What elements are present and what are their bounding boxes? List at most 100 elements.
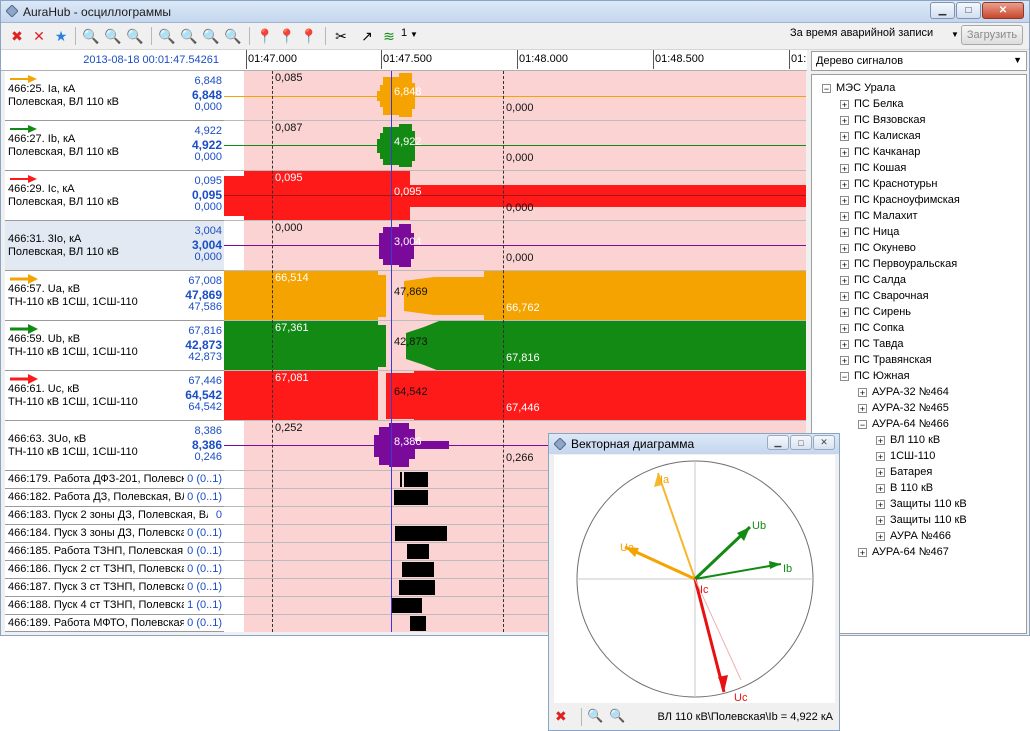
ua-left-value: 66,514: [275, 272, 309, 284]
expand-icon: +: [876, 467, 885, 478]
tree-item[interactable]: +1СШ-110: [876, 450, 935, 462]
tree-item[interactable]: + АУРА-64 №467: [858, 546, 949, 558]
tree-item[interactable]: + ПС Первоуральская: [840, 258, 957, 270]
discrete-value: 0 (0..1): [187, 491, 222, 503]
tree-item[interactable]: + ПС Салда: [840, 274, 906, 286]
tree-item[interactable]: + АУРА №466: [876, 530, 951, 542]
tree-item[interactable]: + ПС Сирень: [840, 306, 911, 318]
tree-item[interactable]: − АУРА-64 №466: [858, 418, 949, 430]
discrete-row[interactable]: 466:184. Пуск 3 зоны ДЗ, Полевская 0 (0..…: [5, 525, 224, 543]
collapse-icon: −: [822, 83, 831, 94]
discrete-row[interactable]: 466:182. Работа ДЗ, Полевская, ВЛ 0 (0..1…: [5, 489, 224, 507]
tools-icon[interactable]: ✂: [331, 26, 351, 46]
channel-row-uc[interactable]: 466:61. Uc, кВ ТН-110 кВ 1СШ, 1СШ-110 67…: [5, 371, 224, 421]
tree-root[interactable]: − МЭС Урала: [822, 82, 895, 94]
vector-status-text: ВЛ 110 кВ\Полевская\Ib = 4,922 кА: [657, 711, 833, 723]
tree-item[interactable]: + ПС Окунево: [840, 242, 916, 254]
expand-icon: +: [876, 531, 885, 542]
channel-row-ib[interactable]: 466:27. Ib, кА Полевская, ВЛ 110 кВ 4,92…: [5, 121, 224, 171]
tree-item[interactable]: + ВЛ 110 кВ: [876, 434, 940, 446]
marker-remove-all-icon[interactable]: 📍: [299, 26, 319, 46]
tree-item[interactable]: + АУРА-32 №464: [858, 386, 949, 398]
layout-count[interactable]: 1: [401, 27, 407, 39]
channel-row-3uo[interactable]: 466:63. 3Uo, кВ ТН-110 кВ 1СШ, 1СШ-110 8…: [5, 421, 224, 471]
time-cursor[interactable]: [391, 71, 392, 632]
marker-remove-icon[interactable]: 📍: [277, 26, 297, 46]
delete-all-icon[interactable]: ✖: [555, 708, 567, 725]
cursor-icon[interactable]: ↗: [357, 26, 377, 46]
delete-all-icon[interactable]: ✖: [7, 26, 27, 46]
tree-item[interactable]: + ПС Вязовская: [840, 114, 925, 126]
zoom-h-in-icon[interactable]: 🔍: [157, 26, 177, 46]
channel-min: 0,000: [194, 101, 222, 113]
signal-tree[interactable]: − МЭС Урала + ПС Белка + ПС Вязовская + ПС К…: [811, 74, 1027, 634]
favorite-star-icon[interactable]: ★: [51, 26, 71, 46]
tree-item[interactable]: − ПС Южная: [840, 370, 910, 382]
channel-row-3io[interactable]: 466:31. 3Io, кА Полевская, ВЛ 110 кВ 3,0…: [5, 221, 224, 271]
zoom-fit-icon[interactable]: 🔍: [125, 26, 145, 46]
discrete-row[interactable]: 466:179. Работа ДФЗ-201, Полевская 0 (0..…: [5, 471, 224, 489]
load-button[interactable]: Загрузить: [961, 25, 1023, 45]
discrete-row[interactable]: 466:186. Пуск 2 ст ТЗНП, Полевская 0 (0..…: [5, 561, 224, 579]
vector-minimize-button[interactable]: ▁: [767, 435, 789, 450]
tree-item[interactable]: + ПС Травянская: [840, 354, 932, 366]
channel-row-ub[interactable]: 466:59. Ub, кВ ТН-110 кВ 1СШ, 1СШ-110 67…: [5, 321, 224, 371]
zoom-in-icon[interactable]: 🔍: [81, 26, 101, 46]
expand-icon: +: [840, 355, 849, 366]
discrete-row[interactable]: 466:189. Работа МФТО, Полевская 0 (0..1): [5, 615, 224, 632]
marker-line-right[interactable]: [503, 71, 504, 632]
expand-icon: +: [840, 259, 849, 270]
time-ruler: 2013-08-18 00:01:47.54261 01:47.000 01:4…: [1, 50, 807, 71]
tree-item[interactable]: + ПС Белка: [840, 98, 903, 110]
discrete-row[interactable]: 466:188. Пуск 4 ст ТЗНП, Полевская 1 (0..…: [5, 597, 224, 615]
vector-canvas[interactable]: Ia Ua Ib Ub Ic Uc: [554, 455, 835, 704]
tree-item[interactable]: + ПС Калиская: [840, 130, 921, 142]
tree-item[interactable]: + ПС Тавда: [840, 338, 904, 350]
tree-item[interactable]: + ПС Ница: [840, 226, 899, 238]
mode-dropdown-icon[interactable]: ▼: [951, 30, 959, 39]
discrete-row[interactable]: 466:185. Работа ТЗНП, Полевская 0 (0..1): [5, 543, 224, 561]
tree-item[interactable]: + ПС Красноуфимская: [840, 194, 960, 206]
marker-icon[interactable]: 📍: [255, 26, 275, 46]
tree-item[interactable]: + ПС Качканар: [840, 146, 920, 158]
zoom-h-out-icon[interactable]: 🔍: [179, 26, 199, 46]
tree-item[interactable]: + ПС Краснотурьн: [840, 178, 937, 190]
tree-mode-select[interactable]: Дерево сигналов ▼: [811, 51, 1027, 71]
layout-icon[interactable]: ≋: [379, 26, 399, 46]
channel-row-ic[interactable]: 466:29. Ic, кА Полевская, ВЛ 110 кВ 0,09…: [5, 171, 224, 221]
tree-item[interactable]: + ПС Малахит: [840, 210, 918, 222]
tree-item[interactable]: + Батарея: [876, 466, 932, 478]
zoom-v-out-icon[interactable]: 🔍: [223, 26, 243, 46]
channel-source: ТН-110 кВ 1СШ, 1СШ-110: [8, 346, 138, 358]
zoom-out-icon[interactable]: 🔍: [609, 708, 625, 724]
vector-close-button[interactable]: ✕: [813, 435, 835, 450]
tree-item[interactable]: + АУРА-32 №465: [858, 402, 949, 414]
tree-item[interactable]: + Защиты 110 кВ: [876, 514, 967, 526]
expand-icon: +: [876, 515, 885, 526]
minimize-button[interactable]: ▁: [930, 2, 955, 19]
close-button[interactable]: ✕: [982, 2, 1024, 19]
tree-item[interactable]: + ПС Сопка: [840, 322, 904, 334]
discrete-row[interactable]: 466:183. Пуск 2 зоны ДЗ, Полевская, ВЛ 0: [5, 507, 224, 525]
layout-dropdown-icon[interactable]: ▼: [410, 30, 418, 39]
vector-label-ua: Ua: [620, 542, 635, 554]
vector-diagram-window[interactable]: Векторная диаграмма ▁ □ ✕ Ia Ua Ib Ub Ic…: [548, 433, 840, 731]
zoom-in-icon[interactable]: 🔍: [587, 708, 603, 724]
discrete-row[interactable]: 466:187. Пуск 3 ст ТЗНП, Полевская 0 (0..…: [5, 579, 224, 597]
delete-icon[interactable]: ✕: [29, 26, 49, 46]
zoom-out-icon[interactable]: 🔍: [103, 26, 123, 46]
tree-item[interactable]: + В 110 кВ: [876, 482, 933, 494]
mode-select[interactable]: За время аварийной записи: [790, 27, 933, 39]
vector-maximize-button[interactable]: □: [790, 435, 812, 450]
ib-left-value: 0,087: [275, 122, 303, 134]
maximize-button[interactable]: □: [956, 2, 981, 19]
channel-row-ua[interactable]: 466:57. Ua, кВ ТН-110 кВ 1СШ, 1СШ-110 67…: [5, 271, 224, 321]
expand-icon: +: [840, 115, 849, 126]
zoom-v-in-icon[interactable]: 🔍: [201, 26, 221, 46]
tree-item[interactable]: + Защиты 110 кВ: [876, 498, 967, 510]
channel-row-ia[interactable]: 466:25. Ia, кА Полевская, ВЛ 110 кВ 6,84…: [5, 71, 224, 121]
tree-item[interactable]: + ПС Сварочная: [840, 290, 929, 302]
marker-line-left[interactable]: [272, 71, 273, 632]
tree-item[interactable]: + ПС Кошая: [840, 162, 906, 174]
expand-icon: +: [840, 147, 849, 158]
